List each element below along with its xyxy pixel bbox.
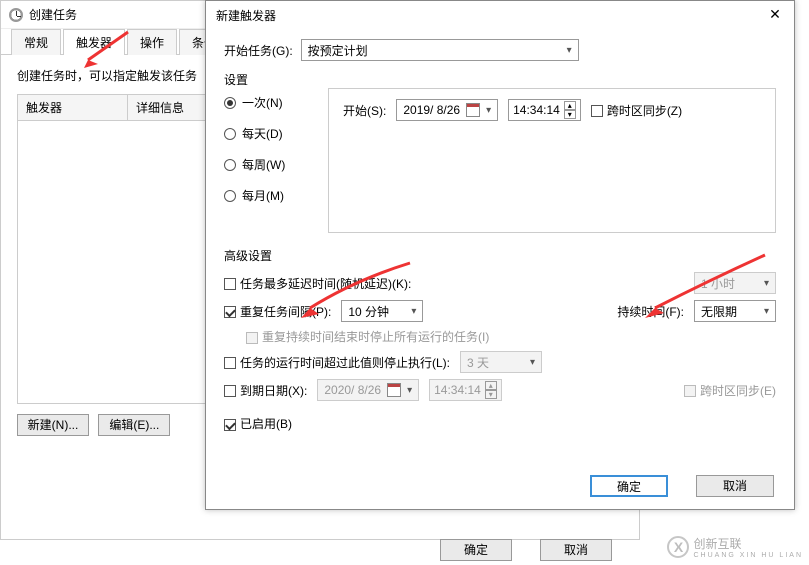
stop-all-row: 重复持续时间结束时停止所有运行的任务(I) <box>246 328 776 345</box>
checkbox-icon <box>246 332 258 344</box>
tab-general[interactable]: 常规 <box>11 29 61 55</box>
stop-all-checkbox: 重复持续时间结束时停止所有运行的任务(I) <box>246 328 489 345</box>
checkbox-icon <box>224 306 236 318</box>
duration-combo[interactable]: 无限期▾ <box>694 300 776 322</box>
start-label: 开始(S): <box>343 102 386 119</box>
spinner-icon: ▴▾ <box>564 101 576 119</box>
sync-tz-checkbox[interactable]: 跨时区同步(Z) <box>591 102 682 119</box>
start-row: 开始(S): 2019/ 8/26 ▾ 14:34:14 ▴▾ 跨时区同步(Z) <box>343 99 761 121</box>
settings-label: 设置 <box>224 71 776 88</box>
radio-once[interactable]: 一次(N) <box>224 94 316 111</box>
delay-combo: 1 小时▾ <box>694 272 776 294</box>
maxrun-combo: 3 天▾ <box>460 351 542 373</box>
chevron-down-icon: ▾ <box>567 45 572 56</box>
radio-dot-icon <box>224 128 236 140</box>
radio-dot-icon <box>224 190 236 202</box>
repeat-checkbox[interactable]: 重复任务间隔(P): <box>224 303 331 320</box>
clock-icon <box>9 8 23 22</box>
chevron-down-icon: ▾ <box>411 306 416 317</box>
child-button-row: 确定 取消 <box>590 475 780 497</box>
parent-bottom-buttons: 确定 取消 <box>0 539 640 561</box>
chevron-down-icon: ▾ <box>764 306 769 317</box>
repeat-combo[interactable]: 10 分钟▾ <box>341 300 423 322</box>
start-task-combo[interactable]: 按预定计划 ▾ <box>301 39 579 61</box>
col-trigger: 触发器 <box>18 95 128 120</box>
advanced-label: 高级设置 <box>224 247 776 264</box>
radio-dot-icon <box>224 159 236 171</box>
create-task-title: 创建任务 <box>29 6 77 23</box>
new-trigger-title: 新建触发器 <box>216 7 276 24</box>
start-task-label: 开始任务(G): <box>224 42 293 59</box>
chevron-down-icon: ▾ <box>530 357 535 368</box>
child-ok-button[interactable]: 确定 <box>590 475 668 497</box>
checkbox-icon <box>591 105 603 117</box>
maxrun-row: 任务的运行时间超过此值则停止执行(L): 3 天▾ <box>224 351 776 373</box>
calendar-icon <box>466 103 480 117</box>
expire-time-picker: 14:34:14 ▴▾ <box>429 379 502 401</box>
watermark-brand: 创新互联 <box>693 535 803 552</box>
enabled-checkbox[interactable]: 已启用(B) <box>224 415 292 432</box>
start-task-row: 开始任务(G): 按预定计划 ▾ <box>224 39 776 61</box>
child-body: 开始任务(G): 按预定计划 ▾ 设置 一次(N) 每天(D) 每周(W) 每月… <box>206 29 794 432</box>
checkbox-icon <box>224 385 236 397</box>
maxrun-checkbox[interactable]: 任务的运行时间超过此值则停止执行(L): <box>224 354 450 371</box>
parent-ok-button[interactable]: 确定 <box>440 539 512 561</box>
checkbox-icon <box>684 385 696 397</box>
tab-triggers[interactable]: 触发器 <box>63 29 125 55</box>
delay-row: 任务最多延迟时间(随机延迟)(K): 1 小时▾ <box>224 272 776 294</box>
checkbox-icon <box>224 419 236 431</box>
close-icon[interactable]: ✕ <box>766 6 784 24</box>
watermark-sub: CHUANG XIN HU LIAN <box>693 552 803 559</box>
start-task-value: 按预定计划 <box>308 42 368 59</box>
chevron-down-icon: ▾ <box>764 278 769 289</box>
checkbox-icon <box>224 278 236 290</box>
new-trigger-dialog: 新建触发器 ✕ 开始任务(G): 按预定计划 ▾ 设置 一次(N) 每天(D) … <box>205 0 795 510</box>
calendar-icon <box>387 383 401 397</box>
expire-row: 到期日期(X): 2020/ 8/26 ▾ 14:34:14 ▴▾ 跨时区同步(… <box>224 379 776 401</box>
radio-daily[interactable]: 每天(D) <box>224 125 316 142</box>
repeat-row: 重复任务间隔(P): 10 分钟▾ 持续时间(F): 无限期▾ <box>224 300 776 322</box>
start-date-picker[interactable]: 2019/ 8/26 ▾ <box>396 99 498 121</box>
watermark: X 创新互联 CHUANG XIN HU LIAN <box>667 535 803 559</box>
parent-cancel-button[interactable]: 取消 <box>540 539 612 561</box>
radio-weekly[interactable]: 每周(W) <box>224 156 316 173</box>
chevron-down-icon: ▾ <box>486 105 491 116</box>
edit-button[interactable]: 编辑(E)... <box>98 414 170 436</box>
child-cancel-button[interactable]: 取消 <box>696 475 774 497</box>
new-trigger-titlebar: 新建触发器 ✕ <box>206 1 794 29</box>
schedule-radio-group: 一次(N) 每天(D) 每周(W) 每月(M) <box>224 88 316 233</box>
tab-actions[interactable]: 操作 <box>127 29 177 55</box>
settings-box: 开始(S): 2019/ 8/26 ▾ 14:34:14 ▴▾ 跨时区同步(Z) <box>328 88 776 233</box>
spinner-icon: ▴▾ <box>485 381 497 399</box>
checkbox-icon <box>224 357 236 369</box>
expire-checkbox[interactable]: 到期日期(X): <box>224 382 307 399</box>
expire-sync-checkbox: 跨时区同步(E) <box>684 382 776 399</box>
delay-checkbox[interactable]: 任务最多延迟时间(随机延迟)(K): <box>224 275 411 292</box>
settings-wrap: 一次(N) 每天(D) 每周(W) 每月(M) 开始(S): 2019/ 8/2… <box>224 88 776 233</box>
start-time-picker[interactable]: 14:34:14 ▴▾ <box>508 99 581 121</box>
radio-monthly[interactable]: 每月(M) <box>224 187 316 204</box>
new-button[interactable]: 新建(N)... <box>17 414 89 436</box>
radio-dot-icon <box>224 97 236 109</box>
enabled-row: 已启用(B) <box>224 415 776 432</box>
expire-date-picker: 2020/ 8/26 ▾ <box>317 379 419 401</box>
watermark-logo-icon: X <box>667 536 689 558</box>
chevron-down-icon: ▾ <box>407 385 412 396</box>
duration-label: 持续时间(F): <box>617 303 684 320</box>
